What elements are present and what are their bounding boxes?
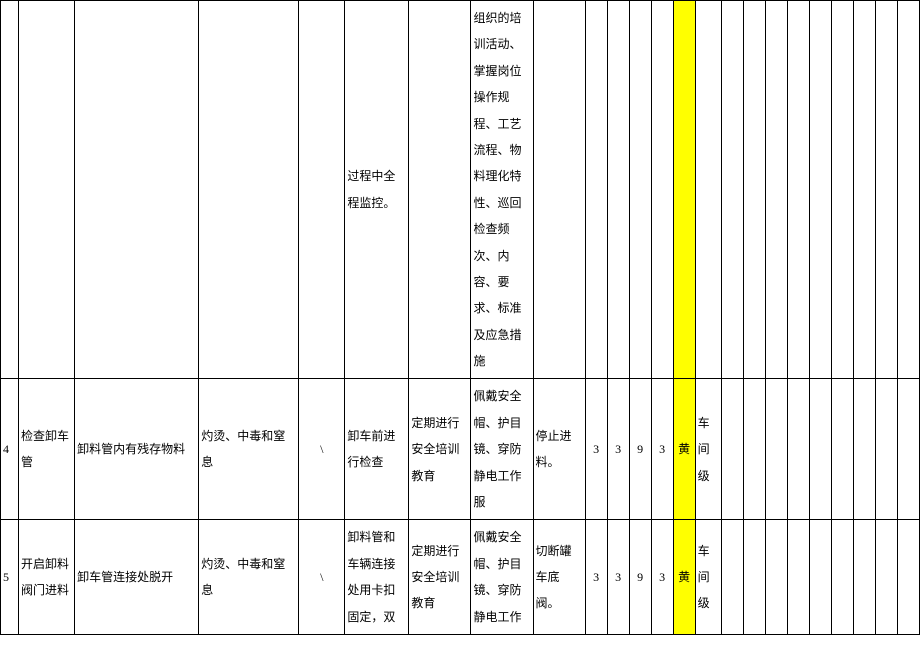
cell (787, 520, 809, 635)
cell: 3 (607, 520, 629, 635)
cell: 卸车管连接处脱开 (75, 520, 199, 635)
cell: 9 (629, 520, 651, 635)
cell (743, 1, 765, 379)
cell: 卸料管内有残存物料 (75, 379, 199, 520)
cell: \ (299, 379, 345, 520)
cell (533, 1, 585, 379)
cell (409, 1, 471, 379)
cell (787, 1, 809, 379)
cell: 组织的培训活动、掌握岗位操作规程、工艺流程、物料理化特性、巡回检查频次、内容、要… (471, 1, 533, 379)
cell: 卸料管和车辆连接处用卡扣固定，双 (345, 520, 409, 635)
cell-num (1, 1, 19, 379)
cell (875, 520, 897, 635)
cell (831, 379, 853, 520)
cell (607, 1, 629, 379)
cell (875, 1, 897, 379)
cell: 灼烫、中毒和窒息 (199, 379, 299, 520)
cell (765, 379, 787, 520)
cell: 定期进行安全培训教育 (409, 379, 471, 520)
cell (809, 1, 831, 379)
cell (199, 1, 299, 379)
cell: 佩戴安全帽、护目镜、穿防静电工作 (471, 520, 533, 635)
cell (765, 1, 787, 379)
cell (853, 520, 875, 635)
table-row: 4 检查卸车管 卸料管内有残存物料 灼烫、中毒和窒息 \ 卸车前进行检查 定期进… (1, 379, 920, 520)
cell: 3 (585, 379, 607, 520)
cell: 佩戴安全帽、护目镜、穿防静电工作服 (471, 379, 533, 520)
risk-table: 过程中全程监控。 组织的培训活动、掌握岗位操作规程、工艺流程、物料理化特性、巡回… (0, 0, 920, 635)
cell (875, 379, 897, 520)
cell (853, 379, 875, 520)
cell-num: 5 (1, 520, 19, 635)
cell-color: 黄 (673, 520, 695, 635)
cell: 切断罐车底阀。 (533, 520, 585, 635)
cell (831, 1, 853, 379)
cell: 车间级 (695, 520, 721, 635)
cell (585, 1, 607, 379)
cell: 停止进料。 (533, 379, 585, 520)
table-row: 5 开启卸料阀门进料 卸车管连接处脱开 灼烫、中毒和窒息 \ 卸料管和车辆连接处… (1, 520, 920, 635)
cell: 开启卸料阀门进料 (19, 520, 75, 635)
cell (897, 379, 919, 520)
cell (787, 379, 809, 520)
cell (831, 520, 853, 635)
cell (743, 379, 765, 520)
cell: 卸车前进行检查 (345, 379, 409, 520)
cell-num: 4 (1, 379, 19, 520)
cell (695, 1, 721, 379)
cell: 灼烫、中毒和窒息 (199, 520, 299, 635)
cell (809, 520, 831, 635)
cell (809, 379, 831, 520)
cell: 检查卸车管 (19, 379, 75, 520)
cell: 9 (629, 379, 651, 520)
cell: 3 (651, 379, 673, 520)
cell (299, 1, 345, 379)
cell (19, 1, 75, 379)
cell (897, 1, 919, 379)
cell (721, 520, 743, 635)
cell: 过程中全程监控。 (345, 1, 409, 379)
cell: 定期进行安全培训教育 (409, 520, 471, 635)
table-row: 过程中全程监控。 组织的培训活动、掌握岗位操作规程、工艺流程、物料理化特性、巡回… (1, 1, 920, 379)
cell: 车间级 (695, 379, 721, 520)
cell: \ (299, 520, 345, 635)
cell-color: 黄 (673, 379, 695, 520)
cell (853, 1, 875, 379)
cell (897, 520, 919, 635)
cell (651, 1, 673, 379)
cell: 3 (651, 520, 673, 635)
cell (721, 379, 743, 520)
cell (721, 1, 743, 379)
cell (629, 1, 651, 379)
cell (765, 520, 787, 635)
cell: 3 (607, 379, 629, 520)
cell (743, 520, 765, 635)
cell: 3 (585, 520, 607, 635)
cell-color (673, 1, 695, 379)
cell (75, 1, 199, 379)
